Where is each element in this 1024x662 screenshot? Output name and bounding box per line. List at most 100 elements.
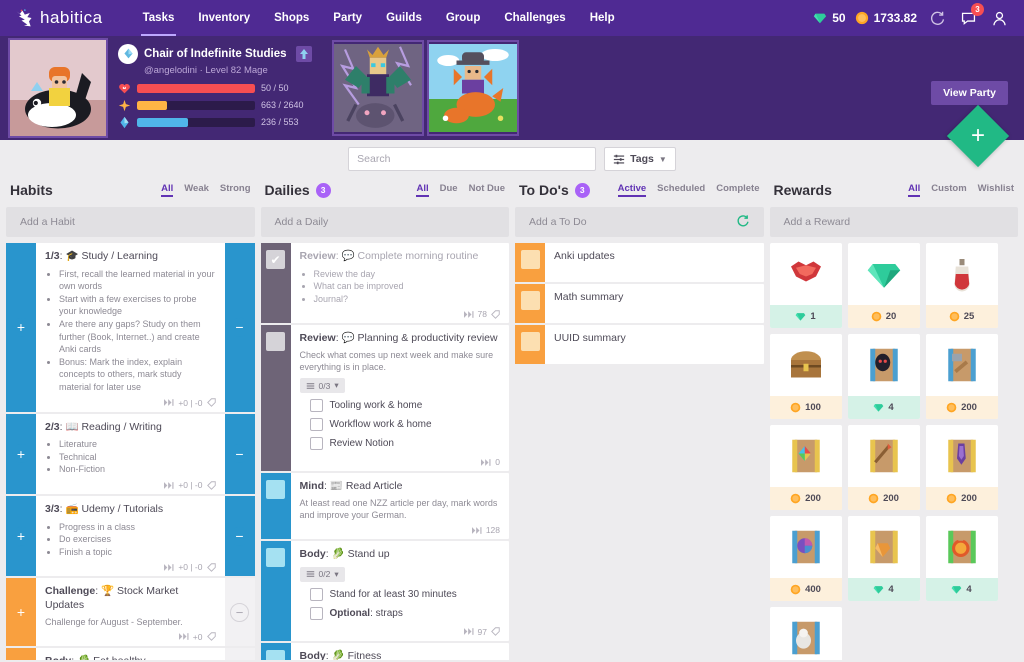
brand-logo-group[interactable]: habitica (14, 8, 103, 28)
habit-card[interactable]: +2/3: 📖 Reading / Writing LiteratureTechn… (6, 413, 255, 494)
checklist-row[interactable]: Optional: straps (300, 604, 501, 623)
daily-card[interactable]: Review: 💬 Planning & productivity review… (260, 325, 509, 472)
todo-sync-icon[interactable] (736, 214, 750, 231)
habit-minus-button[interactable]: − (224, 496, 255, 577)
habits-filter-all[interactable]: All (161, 183, 174, 197)
checklist-toggle[interactable]: 0/3 ▾ (299, 378, 345, 394)
reward-card[interactable]: 4 (847, 334, 920, 419)
reward-card[interactable]: 25 (925, 243, 998, 328)
daily-card[interactable]: Mind: 📰 Read Article At least read one NZ… (260, 473, 509, 540)
habits-filter-weak[interactable]: Weak (184, 183, 209, 197)
search-input[interactable] (348, 147, 597, 171)
sync-icon[interactable] (926, 7, 948, 29)
messages-icon[interactable]: 3 (957, 3, 984, 29)
dailies-filter-all[interactable]: All (416, 183, 429, 197)
avatar[interactable] (8, 38, 108, 138)
habit-card[interactable]: + Challenge: 🏆 Stock Market Updates Challe… (6, 578, 255, 646)
habit-plus-button[interactable]: + (6, 413, 36, 494)
nav-link-group[interactable]: Group (434, 0, 493, 36)
todo-card[interactable]: Math summary (515, 284, 764, 323)
checklist-row[interactable]: Workflow work & home (300, 415, 501, 434)
daily-complete-button[interactable] (260, 473, 291, 540)
party-member-avatar-1[interactable] (332, 40, 424, 136)
reward-card[interactable]: 400 (769, 516, 842, 601)
habit-note-item: Literature (59, 438, 216, 451)
habit-notes-list: Progress in a classDo exercisesFinish a … (59, 521, 216, 559)
nav-link-guilds[interactable]: Guilds (374, 0, 434, 36)
rewards-filter-custom[interactable]: Custom (931, 183, 966, 197)
daily-card[interactable]: Body: 🥬 Stand up 0/2 ▾ Stand for at least 3… (260, 541, 509, 641)
habit-card[interactable]: +Body: 🥬 Eat healthyEat according to the… (6, 647, 255, 660)
daily-card[interactable]: ✔ Review: 💬 Complete morning routine Revie… (260, 243, 509, 324)
view-party-button[interactable]: View Party (931, 81, 1008, 105)
habit-plus-button[interactable]: + (6, 496, 36, 577)
add-daily-input[interactable]: Add a Daily (260, 207, 509, 237)
todo-complete-button[interactable] (515, 325, 545, 364)
brand-name: habitica (40, 8, 103, 27)
todo-complete-button[interactable] (515, 284, 545, 323)
gold-balance[interactable]: 1733.82 (855, 11, 917, 25)
reward-card[interactable]: 200 (925, 425, 998, 510)
checklist-checkbox[interactable] (309, 399, 323, 413)
habit-emoji-icon: 🏆 (101, 585, 115, 598)
reward-card[interactable]: 4 (847, 516, 920, 601)
habit-plus-button[interactable]: + (6, 243, 36, 412)
todos-filter-complete[interactable]: Complete (716, 183, 759, 197)
nav-link-shops[interactable]: Shops (262, 0, 321, 36)
party-member-avatar-2[interactable] (427, 40, 519, 136)
checklist-checkbox[interactable] (309, 587, 323, 601)
reward-card[interactable]: 1 (769, 243, 842, 328)
reward-card[interactable]: 200 (847, 425, 920, 510)
nav-link-help[interactable]: Help (578, 0, 627, 36)
habit-minus-button[interactable]: − (224, 243, 255, 412)
nav-link-challenges[interactable]: Challenges (492, 0, 577, 36)
gem-balance[interactable]: 50 (813, 11, 846, 25)
todos-filter-active[interactable]: Active (617, 183, 646, 197)
habit-minus-button[interactable]: − (224, 413, 255, 494)
checklist-toggle[interactable]: 0/2 ▾ (299, 566, 345, 582)
todo-card[interactable]: UUID summary (515, 325, 764, 364)
todo-card[interactable]: Anki updates (515, 243, 764, 282)
reward-price: 100 (769, 396, 842, 419)
nav-link-inventory[interactable]: Inventory (186, 0, 262, 36)
nav-link-tasks[interactable]: Tasks (131, 0, 187, 36)
habit-note-item: Bonus: Mark the index, explain concepts … (59, 356, 216, 394)
habit-minus-button[interactable]: − (224, 578, 255, 646)
habit-card[interactable]: +3/3: 📻 Udemy / Tutorials Progress in a c… (6, 496, 255, 577)
user-icon[interactable] (988, 7, 1010, 29)
add-habit-input[interactable]: Add a Habit (6, 207, 255, 237)
tags-dropdown-button[interactable]: Tags ▼ (604, 147, 676, 171)
dailies-filter-due[interactable]: Due (440, 183, 458, 197)
reward-card[interactable]: 4 (925, 516, 998, 601)
habit-plus-button[interactable]: + (6, 578, 36, 646)
rewards-filter-all[interactable]: All (908, 183, 921, 197)
level-up-icon[interactable] (296, 45, 313, 62)
dailies-filter-not-due[interactable]: Not Due (469, 183, 505, 197)
reward-card[interactable]: 200 (769, 425, 842, 510)
todo-complete-button[interactable] (515, 243, 545, 282)
checklist-checkbox[interactable] (309, 418, 323, 432)
checklist-row[interactable]: Stand for at least 30 minutes (300, 585, 501, 604)
checklist-row[interactable]: Tooling work & home (300, 396, 501, 415)
habit-plus-button[interactable]: + (6, 647, 36, 660)
reward-card[interactable]: 20 (847, 243, 920, 328)
checklist-checkbox[interactable] (309, 437, 323, 451)
todos-filter-scheduled[interactable]: Scheduled (657, 183, 705, 197)
reward-card[interactable]: 200 (925, 334, 998, 419)
habit-minus-button[interactable]: − (224, 647, 255, 660)
daily-card[interactable]: Body: 🥬 Fitness0 (260, 642, 509, 660)
daily-complete-button[interactable] (260, 541, 291, 641)
daily-complete-button[interactable]: ✔ (260, 243, 291, 324)
nav-link-party[interactable]: Party (321, 0, 374, 36)
habit-card[interactable]: +1/3: 🎓 Study / Learning First, recall th… (6, 243, 255, 412)
rewards-filter-wishlist[interactable]: Wishlist (978, 183, 1014, 197)
reward-card[interactable]: 100 (769, 334, 842, 419)
daily-complete-button[interactable] (260, 642, 291, 660)
checklist-row[interactable]: Review Notion (300, 434, 501, 453)
daily-complete-button[interactable] (260, 325, 291, 472)
add-todo-input[interactable]: Add a To Do (515, 207, 764, 237)
habits-filter-strong[interactable]: Strong (220, 183, 251, 197)
add-reward-input[interactable]: Add a Reward (769, 207, 1018, 237)
reward-card[interactable]: 4 (769, 607, 842, 660)
checklist-checkbox[interactable] (309, 606, 323, 620)
